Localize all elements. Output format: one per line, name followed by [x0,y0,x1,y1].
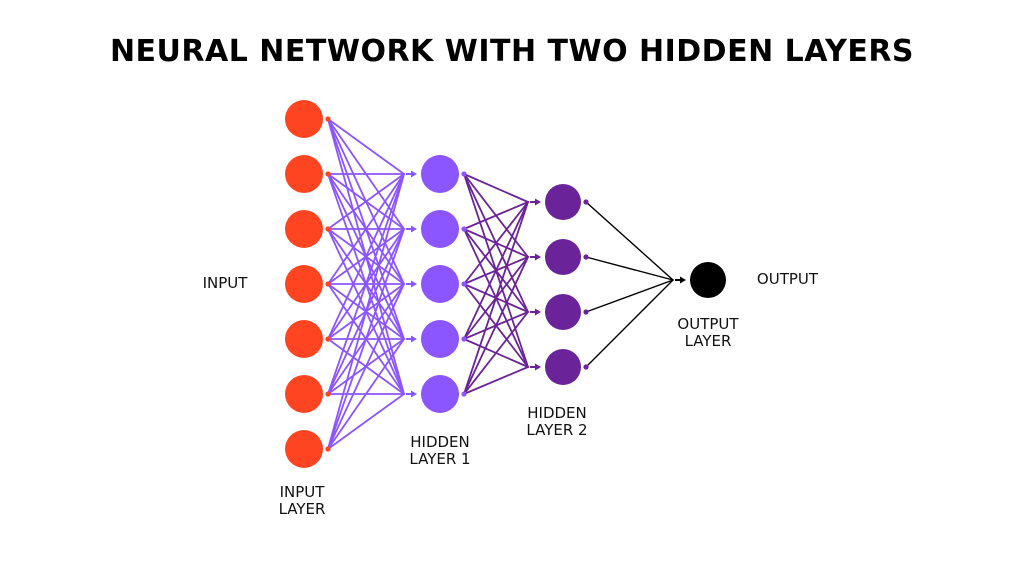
edge-hidden-layer-1-0-to-hidden-layer-2-2 [463,173,529,313]
hidden-layer-2-label: HIDDEN LAYER 2 [514,405,600,439]
node-output-dot-hidden-layer-2-0 [583,199,589,205]
output-layer-label-line2: LAYER [684,332,732,350]
node-output-dot-input-layer-3 [325,281,331,287]
node-output-dot-input-layer-5 [325,391,331,397]
arrow-head-icon [411,390,417,398]
node-input-layer-1 [285,155,323,193]
arrow-head-icon [535,363,541,371]
arrow-head-icon [535,253,541,261]
node-hidden-layer-1-3 [421,320,459,358]
node-output-dot-hidden-layer-2-1 [583,254,589,260]
node-output-dot-hidden-layer-1-0 [461,171,467,177]
node-hidden-layer-1-4 [421,375,459,413]
node-input-layer-0 [285,100,323,138]
edge-input-layer-0-to-hidden-layer-1-4 [327,118,405,395]
node-output-dot-hidden-layer-1-4 [461,391,467,397]
node-output-dot-input-layer-1 [325,171,331,177]
input-layer-label-line2: LAYER [278,500,326,518]
arrow-head-icon [411,170,417,178]
node-output-dot-input-layer-2 [325,226,331,232]
node-output-dot-hidden-layer-2-3 [583,364,589,370]
node-output-dot-input-layer-4 [325,336,331,342]
network-diagram [285,100,726,468]
edge-hidden-layer-1-0-to-hidden-layer-2-0 [463,173,529,203]
hidden-layer-1-label-line2: LAYER 1 [409,450,471,468]
hidden-layer-2-label-line1: HIDDEN [527,404,587,422]
edge-hidden-layer-2-2-to-output-layer-0 [585,279,674,313]
output-layer-label-line1: OUTPUT [677,315,739,333]
node-hidden-layer-2-0 [545,184,581,220]
arrow-head-icon [535,308,541,316]
node-output-dot-input-layer-0 [325,116,331,122]
arrow-head-icon [411,280,417,288]
node-hidden-layer-2-1 [545,239,581,275]
arrow-head-icon [411,335,417,343]
arrow-head-icon [535,198,541,206]
output-layer-label: OUTPUT LAYER [664,316,752,350]
node-output-layer-0 [690,262,726,298]
node-output-dot-input-layer-6 [325,446,331,452]
hidden-layer-2-label-line2: LAYER 2 [526,421,588,439]
hidden-layer-1-label-line1: HIDDEN [410,433,470,451]
input-layer-label-line1: INPUT [279,483,325,501]
node-output-dot-hidden-layer-1-3 [461,336,467,342]
node-input-layer-2 [285,210,323,248]
node-input-layer-5 [285,375,323,413]
edge-input-layer-0-to-hidden-layer-1-0 [327,118,405,175]
edge-hidden-layer-1-1-to-hidden-layer-2-3 [463,228,529,368]
node-hidden-layer-2-2 [545,294,581,330]
edge-hidden-layer-2-3-to-output-layer-0 [585,279,674,368]
edge-input-layer-6-to-hidden-layer-1-4 [327,393,405,450]
node-output-dot-hidden-layer-1-1 [461,226,467,232]
node-hidden-layer-1-0 [421,155,459,193]
input-label: INPUT [202,274,248,292]
node-hidden-layer-1-1 [421,210,459,248]
node-hidden-layer-1-2 [421,265,459,303]
node-hidden-layer-2-3 [545,349,581,385]
node-input-layer-6 [285,430,323,468]
hidden-layer-1-label: HIDDEN LAYER 1 [398,434,482,468]
node-input-layer-3 [285,265,323,303]
output-label: OUTPUT [756,270,819,288]
node-output-dot-hidden-layer-1-2 [461,281,467,287]
node-input-layer-4 [285,320,323,358]
arrow-head-icon [680,276,686,284]
input-layer-label: INPUT LAYER [262,484,342,518]
arrow-head-icon [411,225,417,233]
node-output-dot-hidden-layer-2-2 [583,309,589,315]
